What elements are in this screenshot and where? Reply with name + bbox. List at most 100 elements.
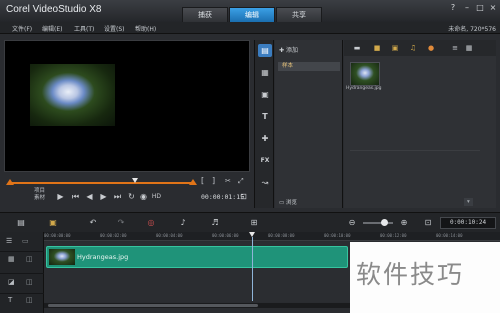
overlay-track-icon[interactable]: ◪	[8, 278, 15, 286]
thumbnail-view-icon[interactable]: ▦	[464, 43, 474, 53]
library-panel: ▬ ■ ▣ ♫ ● ≡ ▦ Hydrangeas.jpg ▾	[344, 40, 496, 208]
fit-project-icon[interactable]: ⊡	[421, 217, 435, 229]
path-icon[interactable]: ↝	[258, 176, 272, 189]
zoom-out-icon[interactable]: ⊖	[345, 217, 359, 229]
menu-help[interactable]: 帮助(H)	[135, 24, 156, 33]
menu-settings[interactable]: 设置(S)	[104, 24, 125, 33]
redo-icon[interactable]: ↷	[114, 217, 128, 229]
play-mode-labels[interactable]: 项目 素材	[34, 188, 45, 202]
timeline-tracks: Hydrangeas.jpg	[44, 242, 350, 302]
title-bar: Corel VideoStudio X8 捕获 编辑 共享 ? – □ ×	[0, 0, 500, 22]
clip-label: Hydrangeas.jpg	[77, 253, 129, 261]
hd-toggle[interactable]: HD	[151, 191, 162, 202]
show-photos-icon[interactable]: ▣	[390, 43, 400, 53]
add-folder-button[interactable]: ✚ 添加	[279, 45, 298, 54]
track-headers: ☰ ▭ ▦ ◫ ◪ ◫ T ◫	[0, 232, 44, 313]
browse-label: 浏览	[285, 200, 297, 206]
ruler-tick: 00:00:02:00	[100, 233, 127, 238]
play-icon[interactable]: ▶	[55, 191, 66, 202]
playhead-line[interactable]	[252, 237, 253, 301]
storyboard-view-icon[interactable]: ▤	[14, 217, 28, 229]
zoom-in-icon[interactable]: ⊕	[397, 217, 411, 229]
change-ratio-icon[interactable]: ⊡	[238, 191, 249, 202]
undo-icon[interactable]: ↶	[86, 217, 100, 229]
title-track-icon[interactable]: T	[8, 296, 12, 304]
end-icon[interactable]: ⏭	[112, 191, 123, 202]
minimize-icon[interactable]: –	[461, 2, 473, 13]
motion-tracking-icon[interactable]: ⊞	[247, 217, 261, 229]
menu-tools[interactable]: 工具(T)	[74, 24, 94, 33]
enlarge-icon[interactable]: ⤢	[238, 177, 244, 186]
mode-project[interactable]: 项目	[34, 188, 45, 195]
trim-start-marker[interactable]	[6, 179, 14, 185]
tab-edit[interactable]: 编辑	[229, 7, 275, 22]
close-icon[interactable]: ×	[487, 2, 499, 13]
show-videos-icon[interactable]: ■	[372, 43, 382, 53]
folder-item-sample[interactable]: 样本	[278, 62, 340, 71]
track-manager-icon[interactable]: ☰	[6, 237, 12, 245]
menu-file[interactable]: 文件(F)	[12, 24, 32, 33]
ruler-tick: 00:00:08:00	[268, 233, 295, 238]
library-thumbnail[interactable]	[350, 62, 380, 86]
overlay-visibility-icon[interactable]: ◫	[26, 278, 33, 286]
preview-window	[4, 40, 250, 172]
record-capture-icon[interactable]: ◎	[144, 217, 158, 229]
color-icon[interactable]: ●	[426, 43, 436, 53]
track-visibility-icon[interactable]: ◫	[26, 255, 33, 263]
instant-project-icon[interactable]: ▦	[258, 66, 272, 79]
import-folder-icon[interactable]: ▬	[352, 43, 362, 53]
maximize-icon[interactable]: □	[474, 2, 486, 13]
menu-edit[interactable]: 编辑(E)	[42, 24, 62, 33]
tab-capture[interactable]: 捕获	[182, 7, 228, 22]
ruler-tick: 00:00:00:00	[44, 233, 71, 238]
sound-mixer-icon[interactable]: ♪	[176, 217, 190, 229]
help-icon[interactable]: ?	[447, 2, 459, 13]
app-title: Corel VideoStudio X8	[6, 4, 102, 15]
timeline-toolbar: ▤ ▣ ↶ ↷ ◎ ♪ ♬ ⊞ ⊖ ⊕ ⊡ 0:00:10:24	[0, 212, 500, 232]
scrubber-handle[interactable]	[132, 178, 139, 183]
split-clip-icon[interactable]: ✂	[225, 177, 231, 185]
clip-thumbnail	[49, 249, 75, 265]
title-visibility-icon[interactable]: ◫	[26, 296, 33, 304]
browse-button[interactable]: ▭ 浏览	[279, 198, 297, 206]
video-track-header: ▦ ◫	[0, 246, 44, 274]
auto-music-icon[interactable]: ♬	[208, 217, 222, 229]
next-frame-icon[interactable]: ▶	[98, 191, 109, 202]
show-audio-icon[interactable]: ♫	[408, 43, 418, 53]
repeat-icon[interactable]: ↻	[126, 191, 137, 202]
library-item-label: Hydrangeas.jpg	[346, 86, 382, 91]
ruler-tick: 00:00:10:00	[324, 233, 351, 238]
video-track-icon[interactable]: ▦	[8, 255, 15, 263]
ruler-tick: 00:00:06:00	[212, 233, 239, 238]
mode-clip[interactable]: 素材	[34, 195, 45, 202]
library-toolbar: ▬ ■ ▣ ♫ ● ≡ ▦	[344, 40, 496, 56]
previous-frame-icon[interactable]: ◀	[84, 191, 95, 202]
zoom-slider[interactable]	[363, 222, 393, 224]
home-icon[interactable]: ⏮	[70, 191, 81, 202]
volume-icon[interactable]: ◉	[138, 191, 149, 202]
library-tool-strip: ▤ ▦ ▣ T ✚ FX ↝	[254, 40, 274, 208]
graphic-icon[interactable]: ✚	[258, 132, 272, 145]
preview-image	[30, 64, 115, 126]
timeline-clip[interactable]: Hydrangeas.jpg	[46, 246, 348, 268]
ruler-tick: 00:00:12:00	[380, 233, 407, 238]
timeline-view-icon[interactable]: ▣	[46, 217, 60, 229]
zoom-slider-handle[interactable]	[381, 219, 388, 226]
project-info: 未命名, 720*576	[448, 26, 496, 33]
timeline-scrollbar-thumb[interactable]	[48, 304, 258, 307]
title-icon[interactable]: T	[258, 110, 272, 123]
divider	[350, 150, 480, 151]
media-icon[interactable]: ▤	[258, 44, 272, 57]
watermark-text: 软件技巧	[356, 260, 465, 289]
transition-icon[interactable]: ▣	[258, 88, 272, 101]
library-options-button[interactable]: ▾	[464, 198, 473, 206]
tab-share[interactable]: 共享	[276, 7, 322, 22]
mark-in-button[interactable]: [	[201, 176, 204, 185]
trim-end-marker[interactable]	[189, 179, 197, 185]
mark-out-button[interactable]: ]	[212, 176, 215, 185]
title-track-header: T ◫	[0, 294, 44, 313]
list-view-icon[interactable]: ≡	[450, 43, 460, 53]
filter-icon[interactable]: FX	[258, 154, 272, 167]
add-mark-icon[interactable]: ▭	[22, 237, 29, 245]
timeline-ruler[interactable]: 00:00:00:00 00:00:02:00 00:00:04:00 00:0…	[44, 232, 500, 241]
